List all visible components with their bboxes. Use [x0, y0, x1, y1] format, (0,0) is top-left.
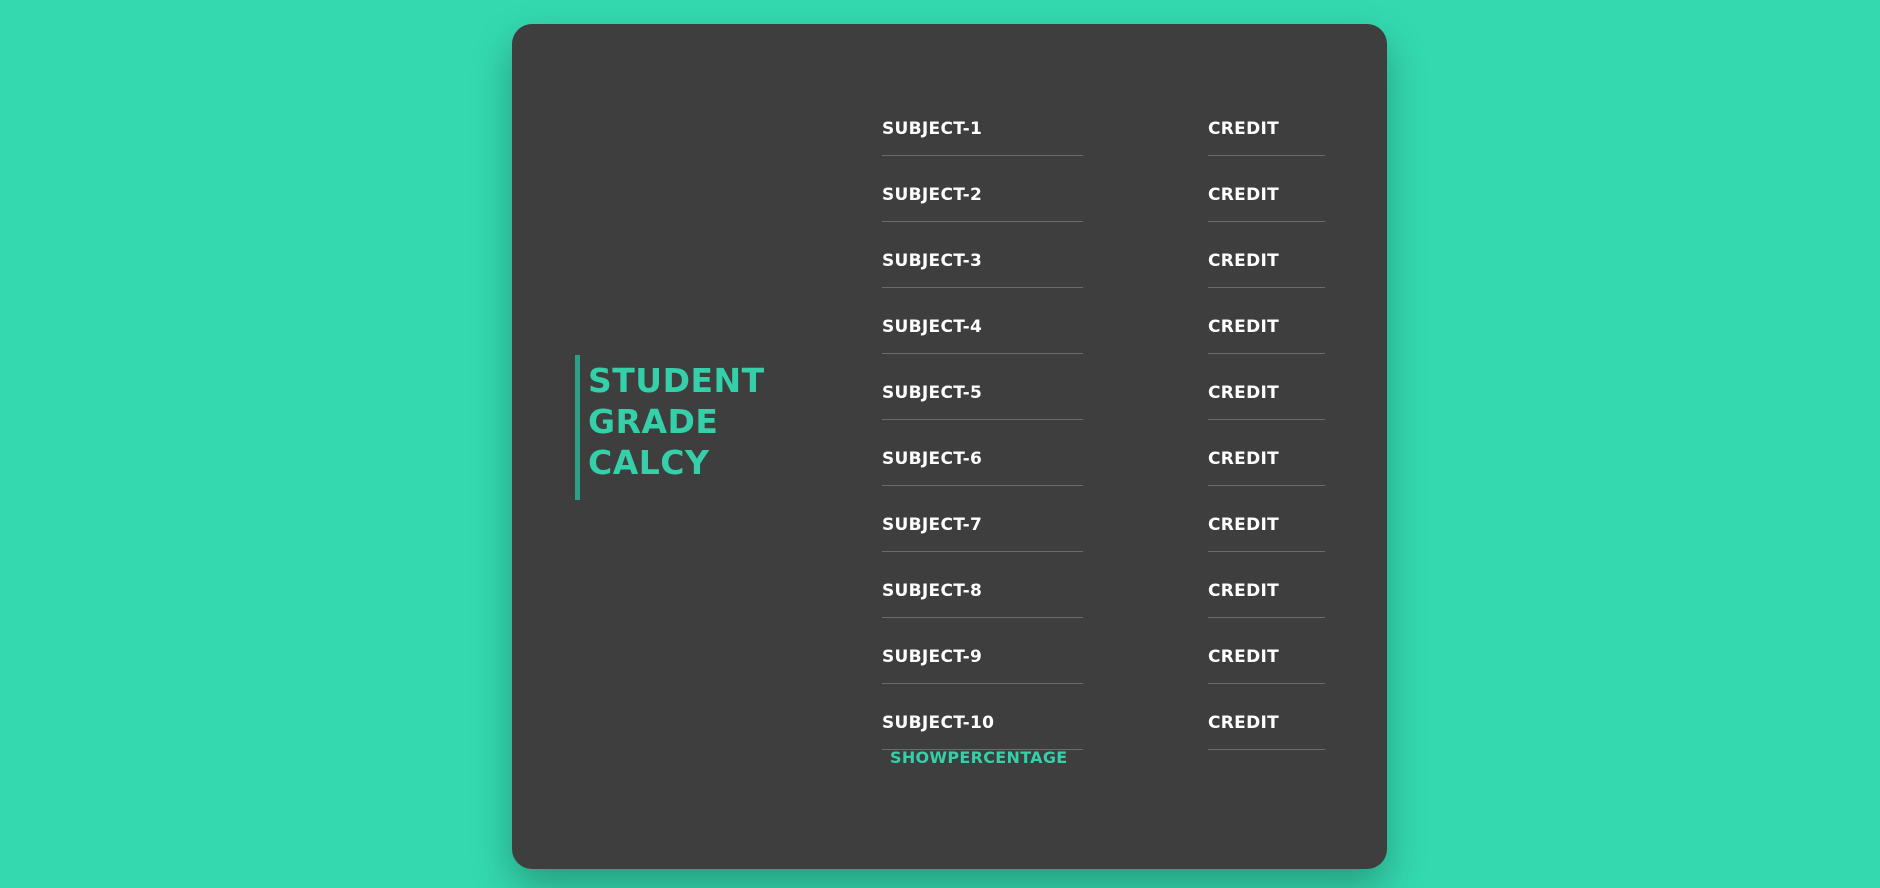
subject-row-5: SUBJECT-5 CREDIT — [882, 361, 1342, 427]
credit-3-field[interactable]: CREDIT — [1208, 229, 1325, 288]
show-percentage-button[interactable]: SHOWPERCENTAGE — [890, 748, 1068, 767]
subject-row-9: SUBJECT-9 CREDIT — [882, 625, 1342, 691]
subject-4-field[interactable]: SUBJECT-4 — [882, 295, 1083, 354]
credit-9-label: CREDIT — [1208, 647, 1280, 667]
subject-6-field[interactable]: SUBJECT-6 — [882, 427, 1083, 486]
grade-form: SUBJECT-1 CREDIT SUBJECT-2 CREDIT SUBJEC… — [882, 97, 1342, 757]
credit-6-label: CREDIT — [1208, 449, 1280, 469]
credit-7-label: CREDIT — [1208, 515, 1280, 535]
subject-8-label: SUBJECT-8 — [882, 581, 983, 601]
subject-8-field[interactable]: SUBJECT-8 — [882, 559, 1083, 618]
subject-row-7: SUBJECT-7 CREDIT — [882, 493, 1342, 559]
credit-5-label: CREDIT — [1208, 383, 1280, 403]
subject-7-label: SUBJECT-7 — [882, 515, 983, 535]
subject-row-6: SUBJECT-6 CREDIT — [882, 427, 1342, 493]
subject-5-label: SUBJECT-5 — [882, 383, 983, 403]
credit-2-field[interactable]: CREDIT — [1208, 163, 1325, 222]
subject-2-field[interactable]: SUBJECT-2 — [882, 163, 1083, 222]
subject-4-label: SUBJECT-4 — [882, 317, 983, 337]
credit-5-field[interactable]: CREDIT — [1208, 361, 1325, 420]
subject-row-4: SUBJECT-4 CREDIT — [882, 295, 1342, 361]
subject-1-field[interactable]: SUBJECT-1 — [882, 97, 1083, 156]
subject-row-2: SUBJECT-2 CREDIT — [882, 163, 1342, 229]
subject-5-field[interactable]: SUBJECT-5 — [882, 361, 1083, 420]
subject-6-label: SUBJECT-6 — [882, 449, 983, 469]
credit-1-field[interactable]: CREDIT — [1208, 97, 1325, 156]
subject-10-label: SUBJECT-10 — [882, 713, 995, 733]
subject-7-field[interactable]: SUBJECT-7 — [882, 493, 1083, 552]
credit-3-label: CREDIT — [1208, 251, 1280, 271]
credit-10-label: CREDIT — [1208, 713, 1280, 733]
subject-3-label: SUBJECT-3 — [882, 251, 983, 271]
subject-10-field[interactable]: SUBJECT-10 — [882, 691, 1083, 750]
credit-8-field[interactable]: CREDIT — [1208, 559, 1325, 618]
subject-9-field[interactable]: SUBJECT-9 — [882, 625, 1083, 684]
subject-9-label: SUBJECT-9 — [882, 647, 983, 667]
credit-10-field[interactable]: CREDIT — [1208, 691, 1325, 750]
title-line-grade: GRADE — [588, 402, 719, 441]
credit-6-field[interactable]: CREDIT — [1208, 427, 1325, 486]
subject-1-label: SUBJECT-1 — [882, 119, 983, 139]
subject-row-8: SUBJECT-8 CREDIT — [882, 559, 1342, 625]
subject-row-1: SUBJECT-1 CREDIT — [882, 97, 1342, 163]
credit-9-field[interactable]: CREDIT — [1208, 625, 1325, 684]
credit-7-field[interactable]: CREDIT — [1208, 493, 1325, 552]
app-title: STUDENT GRADE CALCY — [575, 355, 765, 500]
subject-2-label: SUBJECT-2 — [882, 185, 983, 205]
credit-2-label: CREDIT — [1208, 185, 1280, 205]
title-line-calcy: CALCY — [588, 443, 710, 482]
subject-row-3: SUBJECT-3 CREDIT — [882, 229, 1342, 295]
credit-8-label: CREDIT — [1208, 581, 1280, 601]
calculator-card: STUDENT GRADE CALCY SUBJECT-1 CREDIT SUB… — [512, 24, 1387, 869]
credit-1-label: CREDIT — [1208, 119, 1280, 139]
subject-3-field[interactable]: SUBJECT-3 — [882, 229, 1083, 288]
credit-4-field[interactable]: CREDIT — [1208, 295, 1325, 354]
credit-4-label: CREDIT — [1208, 317, 1280, 337]
title-line-student: STUDENT — [588, 361, 765, 400]
